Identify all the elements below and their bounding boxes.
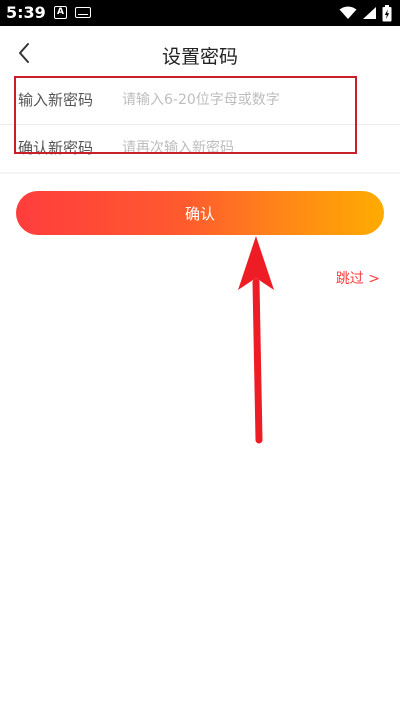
signal-icon	[363, 7, 376, 19]
skip-link[interactable]: 跳过 >	[336, 268, 380, 288]
keyboard-icon	[75, 7, 91, 18]
page-title: 设置密码	[161, 46, 238, 68]
confirm-password-row: 确认新密码	[0, 125, 400, 173]
status-icons	[339, 4, 392, 22]
notification-a-icon: A	[54, 6, 67, 19]
confirm-password-label: 确认新密码	[18, 139, 94, 157]
header: 设置密码	[0, 26, 400, 82]
new-password-input[interactable]	[122, 87, 362, 113]
confirm-button[interactable]: 确认	[16, 191, 384, 235]
wifi-icon	[339, 6, 357, 19]
new-password-row: 输入新密码	[0, 77, 400, 125]
status-bar: 5:39 A	[0, 0, 400, 26]
confirm-password-input[interactable]	[122, 135, 362, 161]
battery-icon	[382, 4, 392, 21]
new-password-label: 输入新密码	[18, 91, 94, 109]
status-time: 5:39	[6, 3, 46, 22]
section-divider	[0, 172, 400, 174]
